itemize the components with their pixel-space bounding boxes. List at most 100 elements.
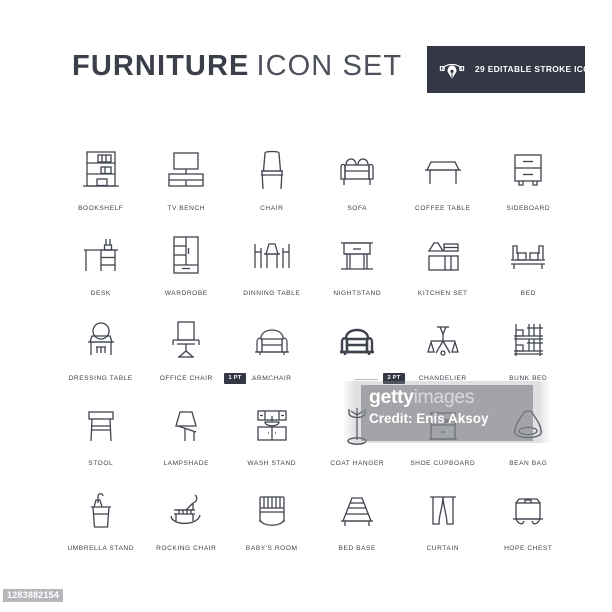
icon-cell-coat-hanger[interactable]: COAT HANGER (315, 398, 401, 483)
icon-row: DESK WARDROBE DINNING TABLE NIGHTSTAND K… (58, 228, 558, 313)
icon-cell-bean-bag[interactable]: BEAN BAG (486, 398, 572, 483)
armchair-thick-icon (315, 313, 401, 369)
badge-label: 29 EDITABLE STROKE ICONS (475, 63, 603, 74)
icon-cell-coffee-table[interactable]: COFFEE TABLE (400, 143, 486, 228)
icon-label: ROCKING CHAIR (156, 545, 217, 552)
icon-label: BUNK BED (509, 375, 548, 382)
icon-cell-bunk-bed[interactable]: BUNK BED (486, 313, 572, 398)
bookshelf-icon (58, 143, 144, 199)
icon-label: BOOKSHELF (78, 205, 124, 212)
editable-stroke-badge: 29 EDITABLE STROKE ICONS (427, 46, 602, 93)
icon-cell-lampshade[interactable]: LAMPSHADE (144, 398, 230, 483)
icon-row: STOOL LAMPSHADE WASH STAND COAT HANGER S… (58, 398, 558, 483)
icon-cell-wardrobe[interactable]: WARDROBE (144, 228, 230, 313)
icon-label: STOOL (88, 460, 114, 467)
asset-id: 1283882154 (3, 588, 64, 602)
icon-label: DESK (90, 290, 111, 297)
icon-cell-tv-bench[interactable]: TV BENCH (144, 143, 230, 228)
icon-label: SHOE CUPBOARD (410, 460, 476, 467)
curtain-icon (400, 483, 486, 539)
icon-label: BABY'S ROOM (245, 545, 298, 552)
icon-label: SOFA (347, 205, 368, 212)
icon-row: DRESSING TABLE OFFICE CHAIR 1 PT 2 PT CH… (58, 313, 558, 398)
bed-base-icon (315, 483, 401, 539)
kitchen-set-icon (400, 228, 486, 284)
icon-cell-bookshelf[interactable]: BOOKSHELF (58, 143, 144, 228)
icon-cell-kitchen-set[interactable]: KITCHEN SET (400, 228, 486, 313)
icon-cell-nightstand[interactable]: NIGHTSTAND (315, 228, 401, 313)
babys-room-icon (229, 483, 315, 539)
icon-label: NIGHTSTAND (333, 290, 382, 297)
title-secondary: ICON SET (256, 50, 403, 82)
stroke-connector-line (354, 378, 378, 380)
icon-cell-rocking-chair[interactable]: ROCKING CHAIR (144, 483, 230, 568)
dressing-table-icon (58, 313, 144, 369)
icon-cell-chair[interactable]: CHAIR (229, 143, 315, 228)
icon-cell-armchair-1pt[interactable]: ARMCHAIR 1 PT (224, 313, 315, 398)
dinning-table-icon (229, 228, 315, 284)
title-primary: FURNITURE (72, 50, 250, 82)
bunk-bed-icon (486, 313, 572, 369)
shoe-cupboard-icon (400, 398, 486, 454)
icon-cell-wash-stand[interactable]: WASH STAND (229, 398, 315, 483)
umbrella-stand-icon (58, 483, 144, 539)
icon-cell-chandelier[interactable]: CHANDELIER (400, 313, 486, 398)
header-banner: FURNITURE ICON SET 29 EDITABLE STROKE ICO… (0, 46, 612, 104)
icon-cell-sideboard[interactable]: SIDEBOARD (486, 143, 572, 228)
icon-label: UMBRELLA STAND (67, 545, 135, 552)
icon-cell-sofa[interactable]: SOFA (315, 143, 401, 228)
icon-label: BED BASE (338, 545, 376, 552)
icon-label: OFFICE CHAIR (159, 375, 213, 382)
rocking-chair-icon (144, 483, 230, 539)
icon-cell-desk[interactable]: DESK (58, 228, 144, 313)
icon-label: CURTAIN (426, 545, 460, 552)
office-chair-icon (144, 313, 230, 369)
icon-label: BEAN BAG (509, 460, 548, 467)
icon-cell-office-chair[interactable]: OFFICE CHAIR (144, 313, 230, 398)
icon-cell-dressing-table[interactable]: DRESSING TABLE (58, 313, 144, 398)
icon-cell-armchair-2pt[interactable]: 2 PT (315, 313, 405, 398)
armchair-thin-icon (229, 313, 315, 369)
icon-cell-shoe-cupboard[interactable]: SHOE CUPBOARD (400, 398, 486, 483)
wash-stand-icon (229, 398, 315, 454)
stroke-connector-line (251, 378, 275, 380)
icon-label: LAMPSHADE (163, 460, 210, 467)
icon-label: WARDROBE (164, 290, 208, 297)
icon-label: TV BENCH (167, 205, 206, 212)
stool-icon (58, 398, 144, 454)
icon-cell-stool[interactable]: STOOL (58, 398, 144, 483)
icon-label: DINNING TABLE (243, 290, 301, 297)
icon-cell-bed[interactable]: BED (486, 228, 572, 313)
coat-hanger-icon (315, 398, 401, 454)
icon-label: WASH STAND (247, 460, 297, 467)
icon-cell-bed-base[interactable]: BED BASE (315, 483, 401, 568)
sideboard-icon (486, 143, 572, 199)
pen-tool-icon (439, 63, 465, 79)
icon-cell-babys-room[interactable]: BABY'S ROOM (229, 483, 315, 568)
wardrobe-icon (144, 228, 230, 284)
icon-label: HOPE CHEST (504, 545, 553, 552)
icon-label: COFFEE TABLE (415, 205, 471, 212)
icon-grid: BOOKSHELF TV BENCH CHAIR SOFA COFFEE TAB… (58, 143, 558, 568)
icon-label: CHANDELIER (418, 375, 467, 382)
hope-chest-icon (486, 483, 572, 539)
icon-cell-dinning-table[interactable]: DINNING TABLE (229, 228, 315, 313)
icon-label: DRESSING TABLE (68, 375, 133, 382)
lampshade-icon (144, 398, 230, 454)
nightstand-icon (315, 228, 401, 284)
bed-icon (486, 228, 572, 284)
bean-bag-icon (486, 398, 572, 454)
icon-cell-hope-chest[interactable]: HOPE CHEST (486, 483, 572, 568)
chair-icon (229, 143, 315, 199)
desk-icon (58, 228, 144, 284)
chandelier-icon (400, 313, 486, 369)
icon-label: KITCHEN SET (417, 290, 468, 297)
icon-label: SIDEBOARD (506, 205, 551, 212)
icon-cell-umbrella-stand[interactable]: UMBRELLA STAND (58, 483, 144, 568)
icon-row: BOOKSHELF TV BENCH CHAIR SOFA COFFEE TAB… (58, 143, 558, 228)
coffee-table-icon (400, 143, 486, 199)
icon-cell-curtain[interactable]: CURTAIN (400, 483, 486, 568)
sofa-icon (315, 143, 401, 199)
icon-row: UMBRELLA STAND ROCKING CHAIR BABY'S ROOM… (58, 483, 558, 568)
stroke-badge-1pt: 1 PT (224, 373, 247, 384)
